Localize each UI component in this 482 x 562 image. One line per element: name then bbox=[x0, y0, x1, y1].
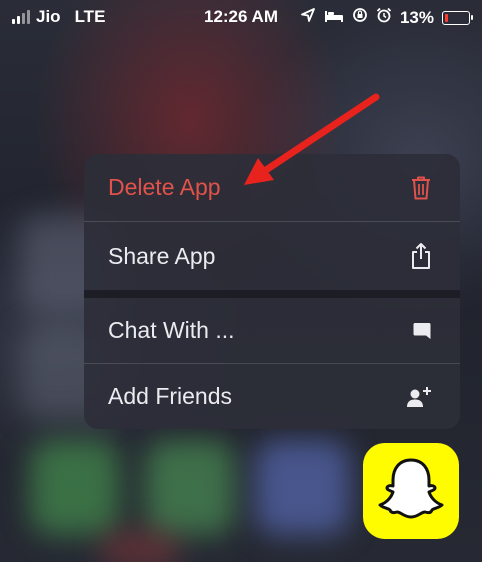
snapchat-ghost-icon bbox=[376, 454, 446, 529]
snapchat-app-icon[interactable] bbox=[363, 443, 459, 539]
